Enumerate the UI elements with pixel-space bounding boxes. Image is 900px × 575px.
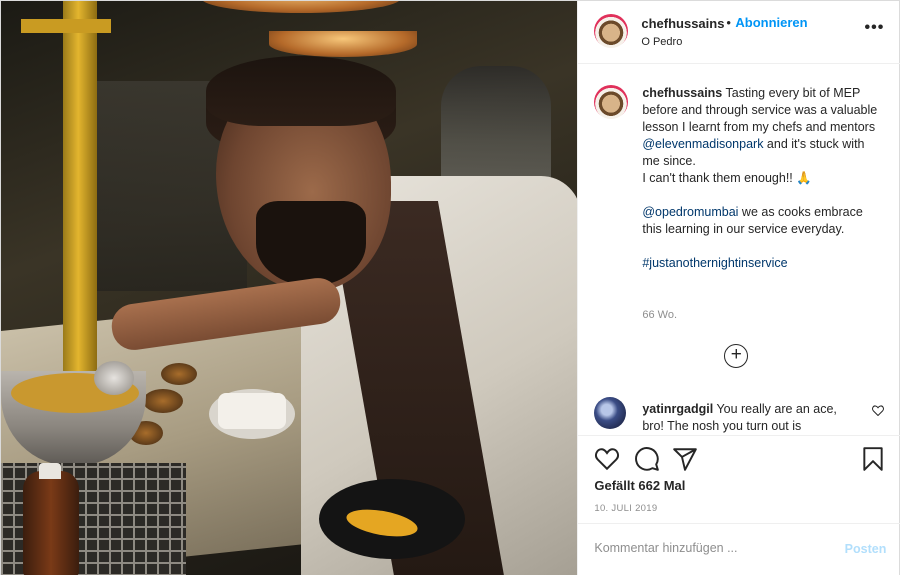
bookmark-icon[interactable] [860, 446, 886, 472]
follow-button[interactable]: Abonnieren [735, 15, 807, 30]
sauce-bowl [143, 389, 183, 413]
caption-username[interactable]: chefhussains [642, 86, 722, 100]
comments-section[interactable]: chefhussains Tasting every bit of MEP be… [578, 65, 900, 435]
pendant-lamp [269, 31, 417, 57]
comment-username[interactable]: yatinrgadgil [642, 402, 713, 416]
commenter-avatar[interactable] [594, 397, 627, 429]
profile-avatar[interactable] [594, 14, 629, 48]
mention-link[interactable]: @opedromumbai [642, 205, 738, 219]
squeeze-bottle-cap [39, 463, 61, 479]
likes-count[interactable]: Gefällt 662 Mal [594, 478, 685, 493]
yellow-pole [63, 1, 97, 371]
caption-text: chefhussains Tasting every bit of MEP be… [642, 85, 882, 272]
comment-icon[interactable] [634, 446, 660, 472]
squeeze-bottle [23, 471, 79, 575]
load-more-comments-icon[interactable]: + [724, 344, 749, 368]
post-age[interactable]: 66 Wo. [642, 309, 677, 321]
separator-dot: • [726, 15, 731, 30]
heart-icon[interactable] [594, 446, 620, 472]
yellow-pole-arm [21, 19, 111, 33]
hashtag-link[interactable]: #justanothernightinservice [642, 256, 787, 270]
share-icon[interactable] [672, 446, 698, 472]
location-link[interactable]: O Pedro [641, 36, 682, 48]
chef-beard [256, 201, 366, 286]
post-header: chefhussains • Abonnieren O Pedro ••• [578, 1, 900, 64]
instagram-post: chefhussains • Abonnieren O Pedro ••• ch… [0, 0, 900, 575]
napkin [218, 393, 286, 429]
caption-avatar[interactable] [594, 85, 629, 119]
post-comment-button[interactable]: Posten [845, 542, 887, 556]
chef-hair [206, 56, 396, 126]
header-username[interactable]: chefhussains [641, 16, 724, 31]
heart-icon[interactable] [872, 405, 885, 416]
caption-line: I can't thank them enough!! 🙏 [642, 171, 812, 185]
mention-link[interactable]: @elevenmadisonpark [642, 137, 763, 151]
post-actions: Gefällt 662 Mal 10. JULI 2019 [578, 435, 900, 523]
pendant-lamp [201, 1, 401, 13]
sauce-bowl [161, 363, 197, 385]
comment-text: yatinrgadgil You really are an ace, bro!… [642, 401, 858, 435]
add-comment-bar: Posten [578, 523, 900, 575]
post-photo[interactable] [1, 1, 578, 575]
post-sidebar: chefhussains • Abonnieren O Pedro ••• ch… [577, 1, 900, 575]
post-date[interactable]: 10. JULI 2019 [594, 503, 657, 514]
comment-input[interactable] [594, 541, 825, 555]
more-options-icon[interactable]: ••• [865, 19, 885, 37]
tasting-spoon [94, 361, 134, 395]
